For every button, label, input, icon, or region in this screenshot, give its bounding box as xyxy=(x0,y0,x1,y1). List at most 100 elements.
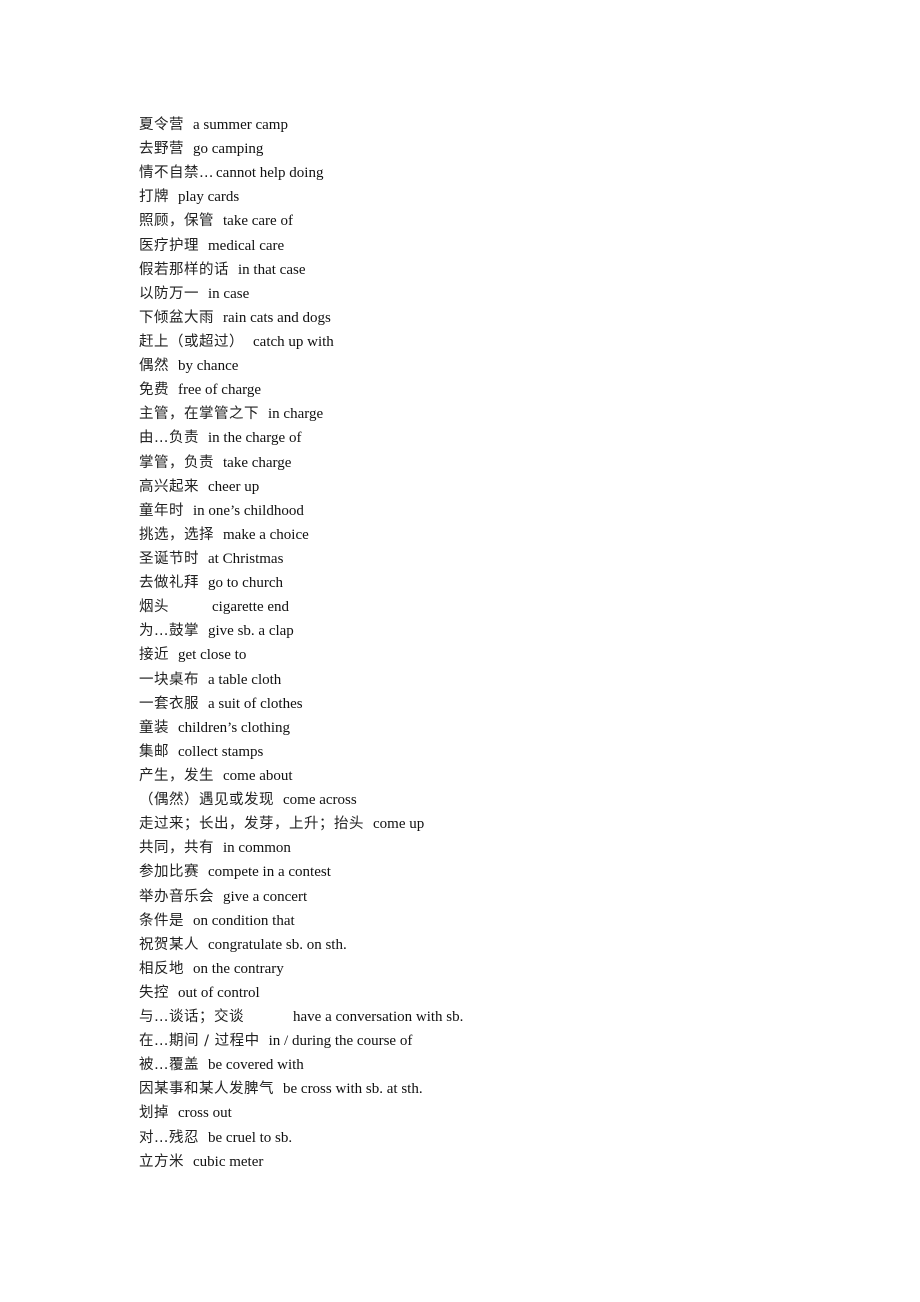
chinese-phrase: 去做礼拜 xyxy=(139,575,199,592)
english-phrase: be cruel to sb. xyxy=(208,1129,293,1146)
chinese-phrase: 被…覆盖 xyxy=(139,1057,199,1074)
vocab-entry: 由…负责 in the charge of xyxy=(139,426,463,450)
english-phrase: in charge xyxy=(268,406,324,423)
vocab-entry: 偶然 by chance xyxy=(139,354,463,378)
english-phrase: medical care xyxy=(208,237,285,254)
english-phrase: in case xyxy=(208,285,250,302)
chinese-phrase: （偶然）遇见或发现 xyxy=(139,792,274,809)
vocab-entry: 失控 out of control xyxy=(139,981,463,1005)
english-phrase: a suit of clothes xyxy=(208,695,303,712)
chinese-phrase: 集邮 xyxy=(139,743,169,760)
english-phrase: cross out xyxy=(178,1105,232,1122)
vocab-entry: 为…鼓掌 give sb. a clap xyxy=(139,619,463,643)
chinese-phrase: 以防万一 xyxy=(139,285,199,302)
vocab-entry: 夏令营 a summer camp xyxy=(139,113,463,137)
vocab-entry: 照顾，保管 take care of xyxy=(139,209,463,233)
english-phrase: give sb. a clap xyxy=(208,623,294,640)
chinese-phrase: 掌管，负责 xyxy=(139,454,214,471)
chinese-phrase: 参加比赛 xyxy=(139,864,199,881)
vocab-entry: 假若那样的话 in that case xyxy=(139,258,463,282)
chinese-phrase: 与…谈话；交谈 xyxy=(139,1009,244,1026)
chinese-phrase: 举办音乐会 xyxy=(139,888,214,905)
vocab-entry: 烟头 cigarette end xyxy=(139,595,463,619)
chinese-phrase: 高兴起来 xyxy=(139,478,199,495)
vocab-entry: 免费 free of charge xyxy=(139,378,463,402)
chinese-phrase: 去野营 xyxy=(139,141,184,158)
vocab-entry: 一套衣服 a suit of clothes xyxy=(139,692,463,716)
vocab-entry: 挑选，选择 make a choice xyxy=(139,523,463,547)
english-phrase: go to church xyxy=(208,575,283,592)
vocab-entry: 祝贺某人 congratulate sb. on sth. xyxy=(139,933,463,957)
english-phrase: be cross with sb. at sth. xyxy=(283,1081,423,1098)
vocab-entry: 被…覆盖 be covered with xyxy=(139,1053,463,1077)
document-page: 夏令营 a summer camp 去野营 go camping 情不自禁… cannot… xyxy=(0,0,920,1302)
chinese-phrase: 一块桌布 xyxy=(139,671,199,688)
vocab-entry: 童装 children’s clothing xyxy=(139,716,463,740)
english-phrase: congratulate sb. on sth. xyxy=(208,936,347,953)
english-phrase: a table cloth xyxy=(208,671,282,688)
chinese-phrase: 圣诞节时 xyxy=(139,550,199,567)
chinese-phrase: 赶上（或超过） xyxy=(139,333,244,350)
vocab-entry: 与…谈话；交谈 have a conversation with sb. xyxy=(139,1005,463,1029)
english-phrase: on condition that xyxy=(193,912,295,929)
english-phrase: in the charge of xyxy=(208,430,302,447)
english-phrase: in common xyxy=(223,840,291,857)
vocab-entry: 产生，发生 come about xyxy=(139,764,463,788)
vocab-entry: 下倾盆大雨 rain cats and dogs xyxy=(139,306,463,330)
chinese-phrase: 由…负责 xyxy=(139,430,199,447)
chinese-phrase: 主管，在掌管之下 xyxy=(139,406,259,423)
chinese-phrase: 情不自禁… xyxy=(139,165,214,182)
chinese-phrase: 童装 xyxy=(139,719,169,736)
vocab-entry: 高兴起来 cheer up xyxy=(139,475,463,499)
vocab-entry: 医疗护理 medical care xyxy=(139,234,463,258)
vocab-entry: 走过来；长出，发芽，上升；抬头 come up xyxy=(139,812,463,836)
vocab-entry: 童年时 in one’s childhood xyxy=(139,499,463,523)
vocab-entry: 共同，共有 in common xyxy=(139,836,463,860)
vocabulary-list: 夏令营 a summer camp 去野营 go camping 情不自禁… cannot… xyxy=(139,113,463,1174)
english-phrase: rain cats and dogs xyxy=(223,309,331,326)
vocab-entry: 相反地 on the contrary xyxy=(139,957,463,981)
english-phrase: get close to xyxy=(178,647,247,664)
chinese-phrase: 烟头 xyxy=(139,599,169,616)
chinese-phrase: 对…残忍 xyxy=(139,1129,199,1146)
chinese-phrase: 立方米 xyxy=(139,1153,184,1170)
chinese-phrase: 医疗护理 xyxy=(139,237,199,254)
chinese-phrase: 免费 xyxy=(139,382,169,399)
chinese-phrase: 打牌 xyxy=(139,189,169,206)
vocab-entry: （偶然）遇见或发现 come across xyxy=(139,788,463,812)
chinese-phrase: 失控 xyxy=(139,984,169,1001)
vocab-entry: 一块桌布 a table cloth xyxy=(139,668,463,692)
chinese-phrase: 祝贺某人 xyxy=(139,936,199,953)
chinese-phrase: 下倾盆大雨 xyxy=(139,309,214,326)
chinese-phrase: 走过来；长出，发芽，上升；抬头 xyxy=(139,816,364,833)
english-phrase: be covered with xyxy=(208,1057,304,1074)
vocab-entry: 立方米 cubic meter xyxy=(139,1150,463,1174)
english-phrase: give a concert xyxy=(223,888,308,905)
chinese-phrase: 为…鼓掌 xyxy=(139,623,199,640)
vocab-entry: 圣诞节时 at Christmas xyxy=(139,547,463,571)
chinese-phrase: 因某事和某人发脾气 xyxy=(139,1081,274,1098)
english-phrase: children’s clothing xyxy=(178,719,291,736)
english-phrase: out of control xyxy=(178,984,260,1001)
english-phrase: make a choice xyxy=(223,526,309,543)
vocab-entry: 在…期间 / 过程中 in / during the course of xyxy=(139,1029,463,1053)
english-phrase: on the contrary xyxy=(193,960,284,977)
chinese-phrase: 夏令营 xyxy=(139,117,184,133)
english-phrase: cannot help doing xyxy=(216,165,324,182)
english-phrase: in that case xyxy=(238,261,306,278)
chinese-phrase: 挑选，选择 xyxy=(139,526,214,543)
english-phrase: cubic meter xyxy=(193,1153,264,1170)
vocab-entry: 参加比赛 compete in a contest xyxy=(139,860,463,884)
chinese-phrase: 一套衣服 xyxy=(139,695,199,712)
chinese-phrase: 条件是 xyxy=(139,912,184,929)
english-phrase: come up xyxy=(373,816,425,833)
english-phrase: in one’s childhood xyxy=(193,502,304,519)
english-phrase: play cards xyxy=(178,189,240,206)
english-phrase: in / during the course of xyxy=(268,1033,413,1050)
english-phrase: by chance xyxy=(178,358,239,375)
english-phrase: at Christmas xyxy=(208,550,284,567)
vocab-entry: 因某事和某人发脾气 be cross with sb. at sth. xyxy=(139,1077,463,1101)
chinese-phrase: 共同，共有 xyxy=(139,840,214,857)
vocab-entry: 去做礼拜 go to church xyxy=(139,571,463,595)
chinese-phrase: 划掉 xyxy=(139,1105,169,1122)
